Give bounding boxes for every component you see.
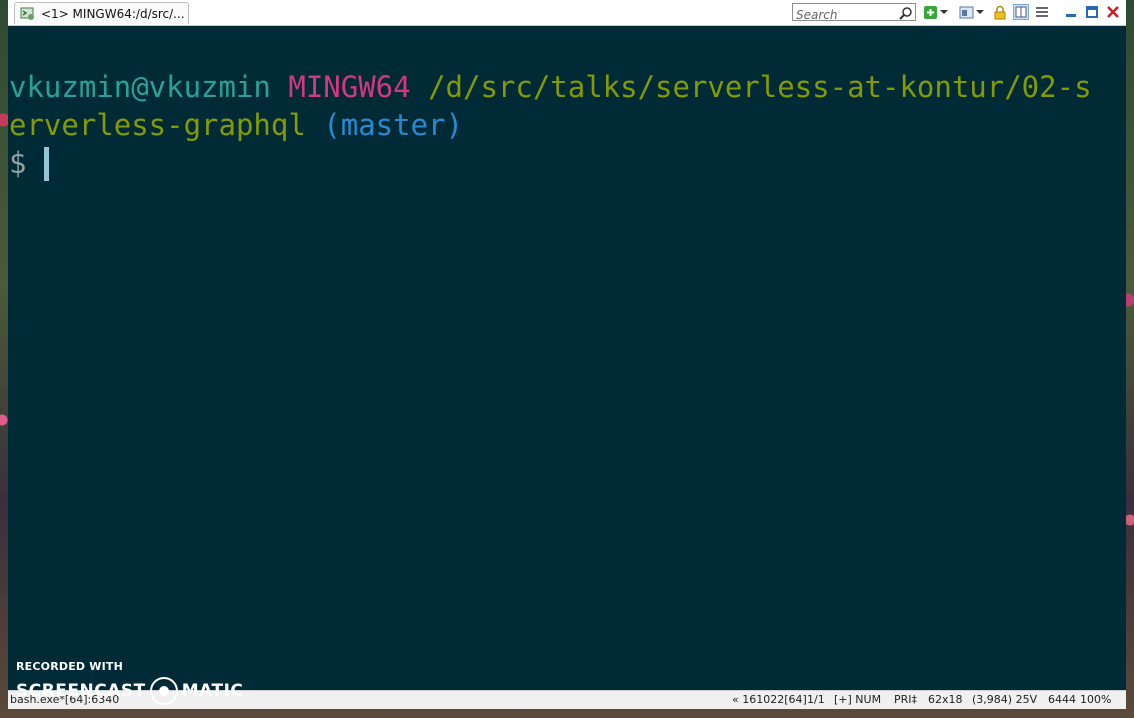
status-zoom[interactable]: 100% (1080, 691, 1111, 709)
watermark-brand-left: SCREENCAST (16, 681, 146, 701)
prompt-branch: (master) (323, 108, 463, 142)
status-size[interactable]: 62x18 (928, 691, 963, 709)
view-icon[interactable] (958, 4, 974, 20)
console-window: <1> MINGW64:/d/src/... Search vkuzmin@vk… (8, 0, 1126, 709)
search-input[interactable] (796, 8, 896, 22)
status-pid[interactable]: 6444 (1048, 691, 1076, 709)
maximize-icon[interactable] (1084, 4, 1100, 20)
split-icon[interactable] (1013, 4, 1029, 20)
status-priority[interactable]: PRI‡ (894, 691, 917, 709)
status-mode[interactable]: [+] NUM (834, 691, 881, 709)
close-icon[interactable] (1105, 4, 1121, 20)
prompt-symbol: $ (9, 146, 27, 180)
watermark-brand: SCREENCAST MATIC (16, 677, 243, 705)
search-icon[interactable] (899, 5, 913, 24)
watermark-line1: RECORDED WITH (16, 660, 124, 673)
search-box[interactable] (792, 3, 916, 24)
menu-icon[interactable] (1034, 4, 1050, 20)
status-build[interactable]: « 161022[64] (732, 691, 807, 709)
tab-bar: <1> MINGW64:/d/src/... (8, 0, 1126, 26)
dropdown-icon[interactable] (939, 4, 949, 20)
tab-title: <1> MINGW64:/d/src/... (41, 6, 185, 21)
prompt-path-part2: erverless-graphql (9, 108, 306, 142)
minimize-icon[interactable] (1063, 4, 1079, 20)
status-cursor-pos[interactable]: (3,984) 25V (972, 691, 1037, 709)
screencast-watermark: RECORDED WITH SCREENCAST MATIC (16, 660, 243, 705)
prompt-path-part1: /d/src/talks/serverless-at-kontur/02-s (428, 70, 1092, 104)
watermark-brand-right: MATIC (181, 681, 244, 701)
tab-console-1[interactable]: <1> MINGW64:/d/src/... (14, 2, 189, 24)
watermark-logo-icon (149, 677, 178, 705)
text-cursor (44, 147, 50, 181)
terminal-output: vkuzmin@vkuzmin MINGW64 /d/src/talks/ser… (9, 68, 1092, 182)
new-console-icon[interactable] (922, 4, 938, 20)
prompt-system: MINGW64 (288, 70, 411, 104)
terminal-area[interactable]: vkuzmin@vkuzmin MINGW64 /d/src/talks/ser… (8, 26, 1126, 690)
dropdown-icon[interactable] (975, 4, 985, 20)
prompt-user-host: vkuzmin@vkuzmin (9, 70, 271, 104)
app-icon (20, 6, 35, 21)
status-pages[interactable]: 1/1 (807, 691, 825, 709)
lock-icon[interactable] (992, 4, 1008, 20)
